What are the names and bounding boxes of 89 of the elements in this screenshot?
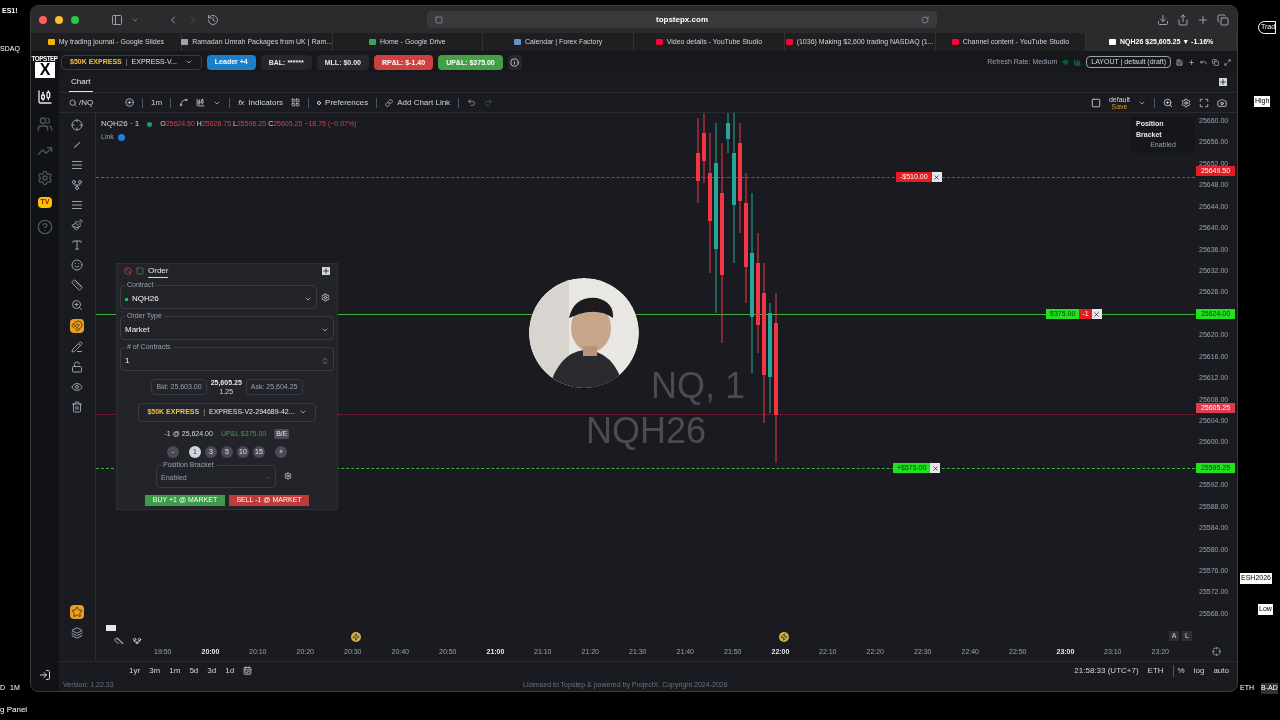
camera-icon[interactable] <box>1217 97 1227 108</box>
download-icon[interactable] <box>1157 13 1169 26</box>
range-button[interactable]: 3m <box>149 664 161 677</box>
undo-icon[interactable] <box>1200 58 1207 66</box>
range-button[interactable]: 1m <box>169 664 181 677</box>
zoom-icon[interactable] <box>1163 97 1173 108</box>
exit-icon[interactable] <box>39 669 51 681</box>
lines-icon[interactable] <box>71 159 83 171</box>
link-icon <box>385 98 394 107</box>
percent-button[interactable]: % <box>1172 664 1185 677</box>
grid-icon[interactable] <box>291 98 301 107</box>
text-icon[interactable] <box>71 239 83 251</box>
wifi-icon <box>1062 58 1070 66</box>
undo-icon[interactable] <box>467 98 477 107</box>
preferences-button[interactable]: Preferences <box>317 96 369 109</box>
sidebar-icon[interactable] <box>111 13 123 26</box>
add-panel-icon[interactable] <box>1219 78 1227 86</box>
add-chart-link-button[interactable]: Add Chart Link <box>385 96 451 109</box>
candle <box>702 113 706 184</box>
new-tab-icon[interactable] <box>1197 13 1209 26</box>
eye-icon[interactable] <box>71 381 83 393</box>
calendar-icon[interactable] <box>243 666 253 675</box>
prohibited-icon <box>124 267 132 275</box>
close-icon[interactable] <box>931 464 939 472</box>
expand-icon[interactable] <box>1224 58 1231 66</box>
interval-button[interactable]: 1m <box>151 96 163 109</box>
fullscreen-icon[interactable] <box>1199 97 1209 108</box>
layers-icon[interactable] <box>71 627 83 639</box>
symbol-title: NQH26 · 1 <box>101 118 140 130</box>
address-bar[interactable]: topstepx.com <box>427 11 937 28</box>
range-button[interactable]: 5d <box>189 664 199 677</box>
close-icon[interactable] <box>1093 310 1101 318</box>
add-icon[interactable] <box>1188 58 1195 66</box>
indicators-button[interactable]: fx Indicators <box>238 96 284 109</box>
search-icon <box>69 98 77 107</box>
pattern-icon[interactable] <box>71 179 83 191</box>
magnet-icon[interactable] <box>71 320 83 332</box>
share-icon[interactable] <box>1177 13 1189 26</box>
symbol-search[interactable]: /NQ <box>69 96 117 109</box>
close-icon[interactable] <box>933 173 941 181</box>
auto-button[interactable]: auto <box>1213 664 1229 677</box>
users-icon[interactable] <box>37 116 53 132</box>
zoom-icon[interactable] <box>71 299 83 311</box>
session-button[interactable]: ETH <box>1147 664 1164 677</box>
minimize-button[interactable] <box>55 15 63 24</box>
help-icon[interactable] <box>37 218 53 235</box>
chart-tab[interactable]: Chart <box>69 76 93 92</box>
candle <box>726 113 730 154</box>
candlestick-icon[interactable] <box>37 89 53 105</box>
caret-icon <box>184 58 193 66</box>
star-icon[interactable] <box>71 606 83 618</box>
panel-title[interactable]: Order <box>148 264 169 278</box>
checkbox-icon[interactable] <box>1090 97 1101 108</box>
zoom-button[interactable] <box>71 15 79 24</box>
bar-style-icon[interactable] <box>179 98 189 107</box>
add-symbol-icon[interactable] <box>125 98 134 107</box>
caret-icon <box>321 326 329 334</box>
range-button[interactable]: 3d <box>207 664 217 677</box>
branch-icon[interactable] <box>132 637 142 644</box>
caret-icon <box>265 475 271 482</box>
info-icon[interactable] <box>510 57 520 67</box>
close-button[interactable] <box>39 15 47 24</box>
windows-icon[interactable] <box>1212 58 1219 66</box>
panel-label: g Panel <box>0 704 28 716</box>
ruler-lines-icon[interactable] <box>71 199 83 211</box>
pencil-icon[interactable] <box>71 341 83 353</box>
crosshair-icon[interactable] <box>71 119 83 131</box>
tabs-icon[interactable] <box>1217 13 1229 26</box>
log-button[interactable]: log <box>1193 664 1205 677</box>
candles-icon[interactable] <box>196 98 206 107</box>
clock: 21:58:33 (UTC+7) <box>1074 664 1139 677</box>
history-icon[interactable] <box>207 13 219 26</box>
caret-icon <box>304 295 312 303</box>
measure-icon[interactable] <box>114 637 124 644</box>
square-icon <box>136 267 144 275</box>
signal-icon <box>1074 58 1082 66</box>
stepper-icon <box>321 357 329 365</box>
target-icon[interactable] <box>1212 647 1221 656</box>
add-icon[interactable] <box>322 267 330 275</box>
range-button[interactable]: 1d <box>225 664 235 677</box>
brush-icon[interactable] <box>71 219 83 231</box>
lightning-icon <box>351 632 361 642</box>
ruler-icon[interactable] <box>71 279 83 291</box>
emoji-icon[interactable] <box>71 259 83 271</box>
unlock-icon[interactable] <box>71 361 83 373</box>
trash-icon[interactable] <box>71 401 83 413</box>
range-button[interactable]: 1yr <box>129 664 141 677</box>
save-icon[interactable] <box>1176 58 1183 66</box>
lightning-icon <box>779 632 789 642</box>
